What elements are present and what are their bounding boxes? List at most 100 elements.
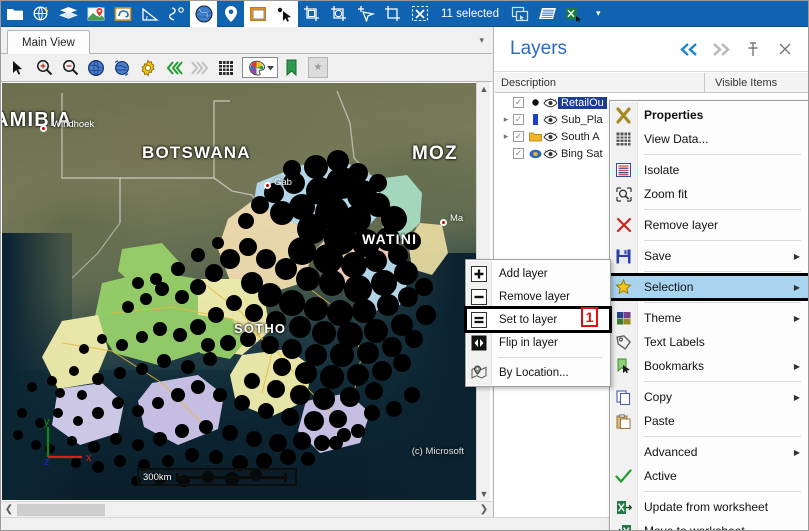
scroll-right-icon[interactable]: ❯ — [476, 502, 492, 518]
layer-name[interactable]: South A — [558, 131, 603, 143]
menu-item-isolate[interactable]: Isolate — [610, 158, 808, 182]
svg-text:x: x — [86, 452, 92, 464]
theme-icon — [610, 306, 637, 330]
circle-select-icon[interactable] — [325, 1, 352, 27]
map-pin-image-icon[interactable] — [82, 1, 109, 27]
zoom-out-icon[interactable] — [57, 56, 83, 80]
visibility-eye-icon[interactable] — [542, 131, 558, 142]
selection-status: 11 selected — [441, 7, 499, 20]
clear-selection-icon[interactable] — [406, 1, 433, 27]
submenu-item-by-location[interactable]: By Location... — [466, 361, 610, 384]
tab-label: Main View — [22, 36, 75, 49]
column-header-description[interactable]: Description — [495, 72, 705, 93]
location-pin-icon[interactable] — [217, 1, 244, 27]
menu-item-view-data[interactable]: View Data... — [610, 127, 808, 151]
palette-icon[interactable] — [242, 57, 278, 78]
polygon-select-icon[interactable] — [352, 1, 379, 27]
bookmark-icon[interactable] — [278, 56, 304, 80]
menu-label: Properties — [644, 108, 704, 122]
tab-dropdown-caret[interactable]: ▾ — [479, 35, 484, 46]
menu-label: View Data... — [644, 132, 709, 146]
tab-main-view[interactable]: Main View — [7, 30, 90, 54]
visibility-eye-icon[interactable] — [542, 97, 558, 108]
measure-angle-icon[interactable] — [136, 1, 163, 27]
route-icon[interactable] — [163, 1, 190, 27]
pin-icon[interactable] — [744, 40, 762, 58]
submenu-separator — [498, 357, 602, 358]
menu-item-save[interactable]: Save ▶ — [610, 244, 808, 268]
submenu-arrow-icon: ▶ — [793, 392, 800, 402]
expand-right-icon[interactable] — [712, 40, 730, 58]
menu-item-theme[interactable]: Theme ▶ — [610, 306, 808, 330]
svg-text:y: y — [44, 416, 50, 428]
ribbon-overflow-caret[interactable]: ▾ — [588, 8, 609, 19]
submenu-label: Set to layer — [499, 313, 558, 326]
export-selection-icon[interactable] — [507, 1, 534, 27]
menu-item-remove-layer[interactable]: Remove layer — [610, 213, 808, 237]
menu-item-update-from-worksheet[interactable]: Update from worksheet — [610, 495, 808, 519]
menu-label: Save — [644, 249, 672, 263]
map-horizontal-scrollbar[interactable]: ❮ ❯ — [1, 501, 492, 517]
tree-expander[interactable]: ▸ — [499, 131, 513, 142]
menu-separator — [644, 436, 801, 437]
boundary-icon[interactable] — [109, 1, 136, 27]
forward-icon[interactable] — [187, 56, 213, 80]
main-toolbar: 11 selected ▾ — [1, 1, 808, 27]
menu-label: Theme — [644, 311, 682, 325]
earth-globe-icon[interactable] — [190, 1, 217, 27]
legend-icon[interactable] — [244, 1, 271, 27]
layer-name[interactable]: Sub_Pla — [558, 114, 606, 126]
crop-select-icon[interactable] — [298, 1, 325, 27]
layers-stack-icon[interactable] — [55, 1, 82, 27]
menu-item-properties[interactable]: Properties — [610, 103, 808, 127]
view-data-icon — [610, 127, 637, 151]
submenu-item-remove-layer[interactable]: Remove layer — [466, 285, 610, 308]
settings-gear-icon[interactable] — [135, 56, 161, 80]
submenu-item-add-layer[interactable]: Add layer — [466, 262, 610, 285]
menu-item-paste[interactable]: Paste — [610, 409, 808, 433]
zoom-in-icon[interactable] — [31, 56, 57, 80]
layer-checkbox[interactable]: ✓ — [513, 148, 524, 159]
select-arrow-icon[interactable] — [271, 1, 298, 27]
menu-item-advanced[interactable]: Advanced ▶ — [610, 440, 808, 464]
map-canvas[interactable]: AMIBIA BOTSWANA MOZ WATINI SOTHO Windhoe… — [2, 83, 478, 500]
menu-item-zoom-fit[interactable]: Zoom fit — [610, 182, 808, 206]
scroll-up-icon[interactable]: ▲ — [477, 82, 491, 96]
excel-export-icon[interactable] — [561, 1, 588, 27]
menu-item-move-to-worksheet[interactable]: Move to worksheet — [610, 519, 808, 531]
globe-clock-icon[interactable] — [28, 1, 55, 27]
scroll-left-icon[interactable]: ❮ — [1, 502, 17, 518]
data-table-icon[interactable] — [534, 1, 561, 27]
menu-item-text-labels[interactable]: Text Labels — [610, 330, 808, 354]
menu-item-copy[interactable]: Copy ▶ — [610, 385, 808, 409]
close-icon[interactable] — [776, 40, 794, 58]
scroll-down-icon[interactable]: ▼ — [477, 487, 491, 501]
menu-item-active[interactable]: Active — [610, 464, 808, 488]
collapse-left-icon[interactable] — [680, 40, 698, 58]
rewind-icon[interactable] — [161, 56, 187, 80]
hscroll-thumb[interactable] — [17, 503, 105, 516]
grid-icon[interactable] — [213, 56, 239, 80]
column-header-visible-items[interactable]: Visible Items — [705, 73, 808, 93]
globe-pan-icon[interactable] — [83, 56, 109, 80]
visibility-eye-icon[interactable] — [542, 148, 558, 159]
submenu-item-flip-in-layer[interactable]: Flip in layer — [466, 331, 610, 354]
layer-name[interactable]: Bing Sat — [558, 148, 606, 160]
bookmarks-icon — [610, 354, 637, 378]
layer-checkbox[interactable]: ✓ — [513, 131, 524, 142]
menu-label: Move to worksheet — [644, 524, 745, 531]
zoom-fit-icon — [610, 182, 637, 206]
pointer-icon[interactable] — [5, 56, 31, 80]
menu-label: Paste — [644, 414, 675, 428]
layer-checkbox[interactable]: ✓ — [513, 97, 524, 108]
menu-item-selection[interactable]: Selection ▶ — [608, 273, 808, 301]
layer-checkbox[interactable]: ✓ — [513, 114, 524, 125]
tree-expander[interactable]: ▸ — [499, 114, 513, 125]
menu-item-bookmarks[interactable]: Bookmarks ▶ — [610, 354, 808, 378]
line-select-icon[interactable] — [379, 1, 406, 27]
open-folder-icon[interactable] — [1, 1, 28, 27]
visibility-eye-icon[interactable] — [542, 114, 558, 125]
symbol-point-icon — [528, 98, 542, 107]
layer-name[interactable]: RetailOu — [558, 96, 607, 109]
globe-rotate-icon[interactable] — [109, 56, 135, 80]
